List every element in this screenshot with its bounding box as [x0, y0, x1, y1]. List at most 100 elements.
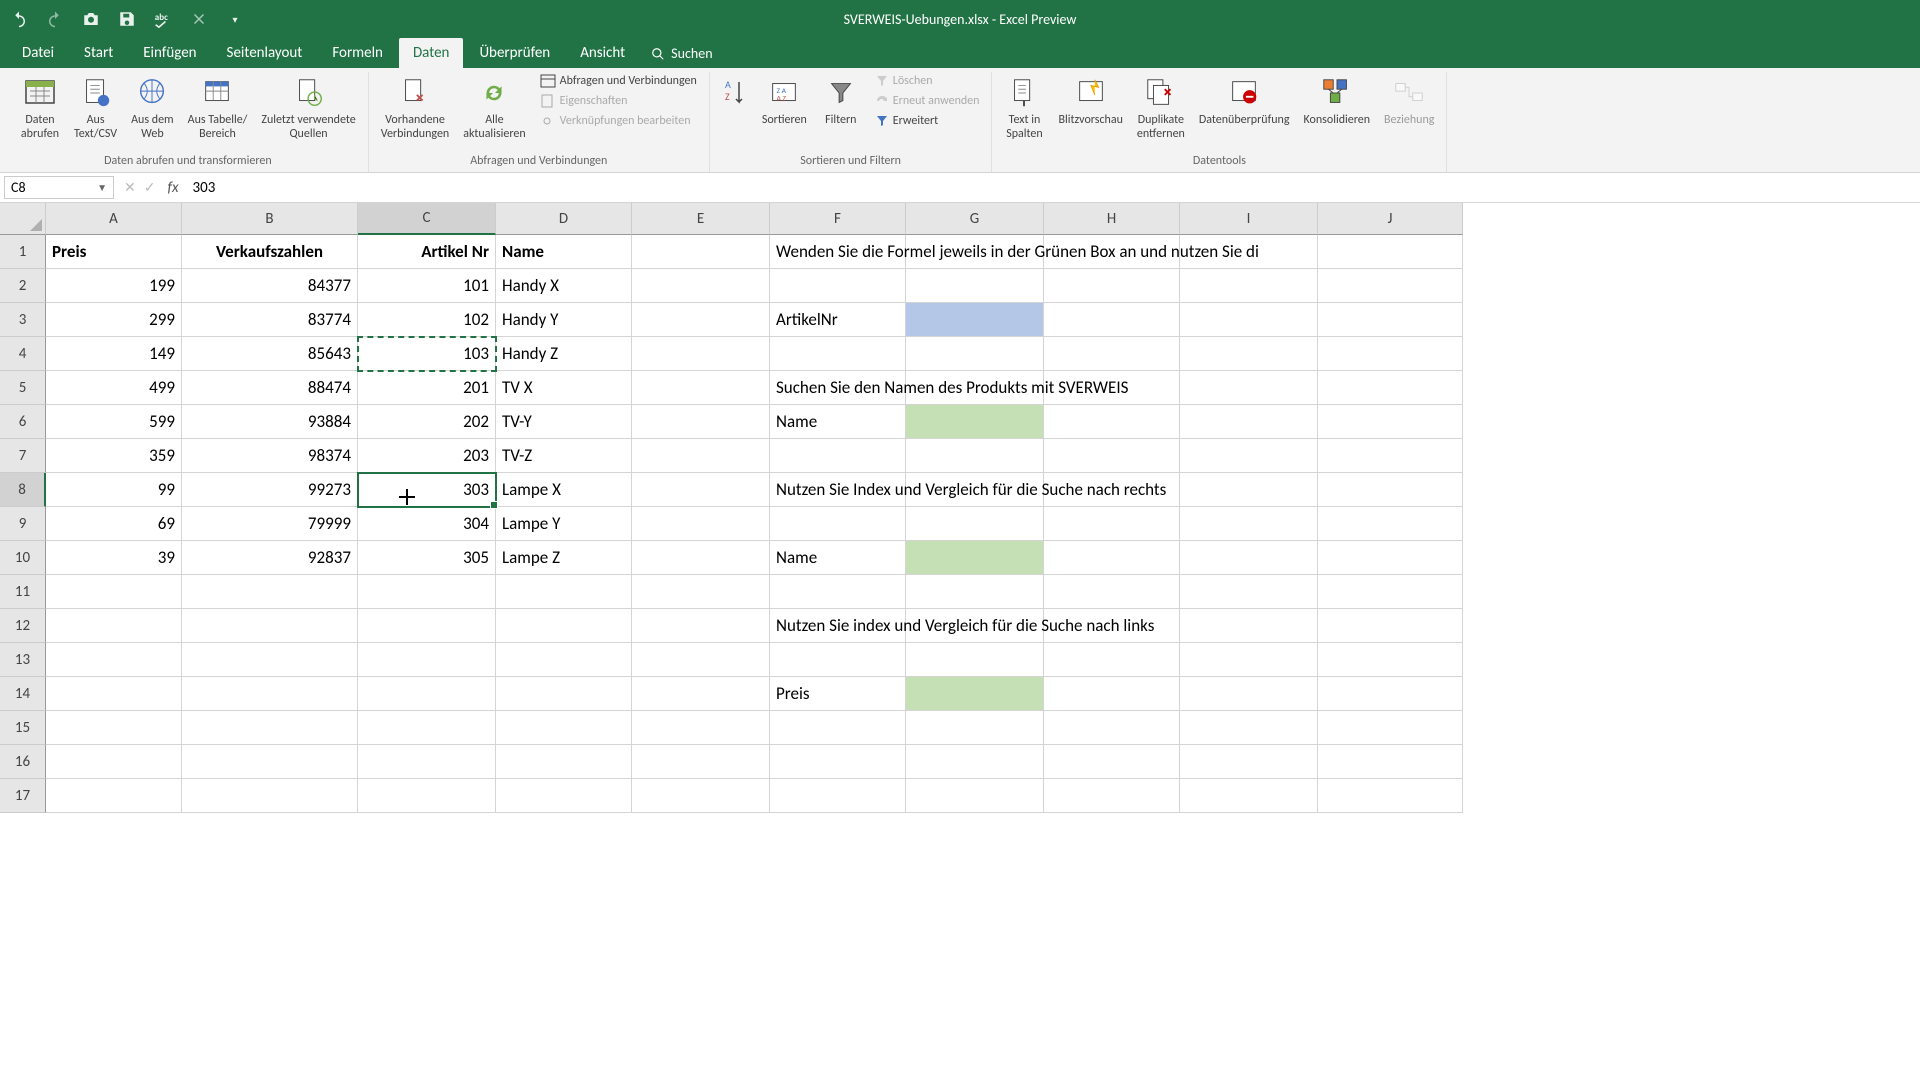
clear-icon[interactable] [188, 8, 210, 30]
cell-A1[interactable]: Preis [46, 235, 182, 269]
text-to-columns-button[interactable]: Text inSpalten [1000, 72, 1048, 144]
tab-ansicht[interactable]: Ansicht [566, 38, 639, 68]
cell-C7[interactable]: 203 [358, 439, 496, 473]
cell-F13[interactable] [770, 643, 906, 677]
tab-ueberpruefen[interactable]: Überprüfen [465, 38, 564, 68]
cell-G7[interactable] [906, 439, 1044, 473]
cell-E2[interactable] [632, 269, 770, 303]
cell-G13[interactable] [906, 643, 1044, 677]
cell-E8[interactable] [632, 473, 770, 507]
cell-I10[interactable] [1180, 541, 1318, 575]
cell-G2[interactable] [906, 269, 1044, 303]
cell-J16[interactable] [1318, 745, 1463, 779]
save-icon[interactable] [116, 8, 138, 30]
cell-A8[interactable]: 99 [46, 473, 182, 507]
cell-J5[interactable] [1318, 371, 1463, 405]
cell-D16[interactable] [496, 745, 632, 779]
cell-B5[interactable]: 88474 [182, 371, 358, 405]
cell-D13[interactable] [496, 643, 632, 677]
cell-C13[interactable] [358, 643, 496, 677]
queries-connections-button[interactable]: Abfragen und Verbindungen [536, 72, 701, 90]
confirm-icon[interactable]: ✓ [144, 179, 156, 196]
cell-J4[interactable] [1318, 337, 1463, 371]
tab-daten[interactable]: Daten [399, 38, 463, 68]
cell-F8[interactable]: Nutzen Sie Index und Vergleich für die S… [770, 473, 906, 507]
cell-B1[interactable]: Verkaufszahlen [182, 235, 358, 269]
cell-D7[interactable]: TV-Z [496, 439, 632, 473]
cell-F5[interactable]: Suchen Sie den Namen des Produkts mit SV… [770, 371, 906, 405]
cell-H4[interactable] [1044, 337, 1180, 371]
cell-G15[interactable] [906, 711, 1044, 745]
cell-B9[interactable]: 79999 [182, 507, 358, 541]
cell-D4[interactable]: Handy Z [496, 337, 632, 371]
cell-B15[interactable] [182, 711, 358, 745]
cell-I5[interactable] [1180, 371, 1318, 405]
col-header-E[interactable]: E [632, 203, 770, 235]
cell-J8[interactable] [1318, 473, 1463, 507]
cell-D12[interactable] [496, 609, 632, 643]
row-header-3[interactable]: 3 [0, 303, 46, 337]
cell-D8[interactable]: Lampe X [496, 473, 632, 507]
cell-I13[interactable] [1180, 643, 1318, 677]
cell-B17[interactable] [182, 779, 358, 813]
cell-F11[interactable] [770, 575, 906, 609]
formula-input[interactable]: 303 [185, 177, 1920, 199]
cell-E5[interactable] [632, 371, 770, 405]
cell-A17[interactable] [46, 779, 182, 813]
cell-J2[interactable] [1318, 269, 1463, 303]
camera-icon[interactable] [80, 8, 102, 30]
cell-J9[interactable] [1318, 507, 1463, 541]
cell-H14[interactable] [1044, 677, 1180, 711]
col-header-A[interactable]: A [46, 203, 182, 235]
cell-E10[interactable] [632, 541, 770, 575]
cell-F15[interactable] [770, 711, 906, 745]
cell-J13[interactable] [1318, 643, 1463, 677]
cell-E4[interactable] [632, 337, 770, 371]
cell-J17[interactable] [1318, 779, 1463, 813]
from-text-csv-button[interactable]: AusText/CSV [70, 72, 121, 144]
cell-I17[interactable] [1180, 779, 1318, 813]
cell-A9[interactable]: 69 [46, 507, 182, 541]
row-header-7[interactable]: 7 [0, 439, 46, 473]
col-header-J[interactable]: J [1318, 203, 1463, 235]
cell-J14[interactable] [1318, 677, 1463, 711]
cell-D2[interactable]: Handy X [496, 269, 632, 303]
cell-I8[interactable] [1180, 473, 1318, 507]
cell-H7[interactable] [1044, 439, 1180, 473]
cell-C6[interactable]: 202 [358, 405, 496, 439]
cell-G6[interactable] [906, 405, 1044, 439]
cell-A4[interactable]: 149 [46, 337, 182, 371]
cell-E9[interactable] [632, 507, 770, 541]
cell-I16[interactable] [1180, 745, 1318, 779]
fx-icon[interactable]: fx [161, 179, 184, 197]
cell-B6[interactable]: 93884 [182, 405, 358, 439]
cell-F4[interactable] [770, 337, 906, 371]
cell-G11[interactable] [906, 575, 1044, 609]
col-header-G[interactable]: G [906, 203, 1044, 235]
cell-I3[interactable] [1180, 303, 1318, 337]
flash-fill-button[interactable]: Blitzvorschau [1054, 72, 1126, 130]
cell-I11[interactable] [1180, 575, 1318, 609]
cell-D3[interactable]: Handy Y [496, 303, 632, 337]
spreadsheet-grid[interactable]: ABCDEFGHIJ 1234567891011121314151617 Pre… [0, 203, 1920, 813]
cell-D6[interactable]: TV-Y [496, 405, 632, 439]
row-header-11[interactable]: 11 [0, 575, 46, 609]
dropdown-icon[interactable]: ▼ [97, 181, 107, 194]
refresh-all-button[interactable]: Alleaktualisieren [459, 72, 529, 144]
get-data-button[interactable]: Datenabrufen [16, 72, 64, 144]
redo-icon[interactable] [44, 8, 66, 30]
cell-G9[interactable] [906, 507, 1044, 541]
cell-D9[interactable]: Lampe Y [496, 507, 632, 541]
cell-H16[interactable] [1044, 745, 1180, 779]
row-header-5[interactable]: 5 [0, 371, 46, 405]
cell-C12[interactable] [358, 609, 496, 643]
cell-J1[interactable] [1318, 235, 1463, 269]
tab-datei[interactable]: Datei [8, 38, 68, 68]
cell-G17[interactable] [906, 779, 1044, 813]
cell-B4[interactable]: 85643 [182, 337, 358, 371]
row-header-13[interactable]: 13 [0, 643, 46, 677]
cell-J6[interactable] [1318, 405, 1463, 439]
cell-C4[interactable]: 103 [358, 337, 496, 371]
cell-B8[interactable]: 99273 [182, 473, 358, 507]
undo-icon[interactable] [8, 8, 30, 30]
